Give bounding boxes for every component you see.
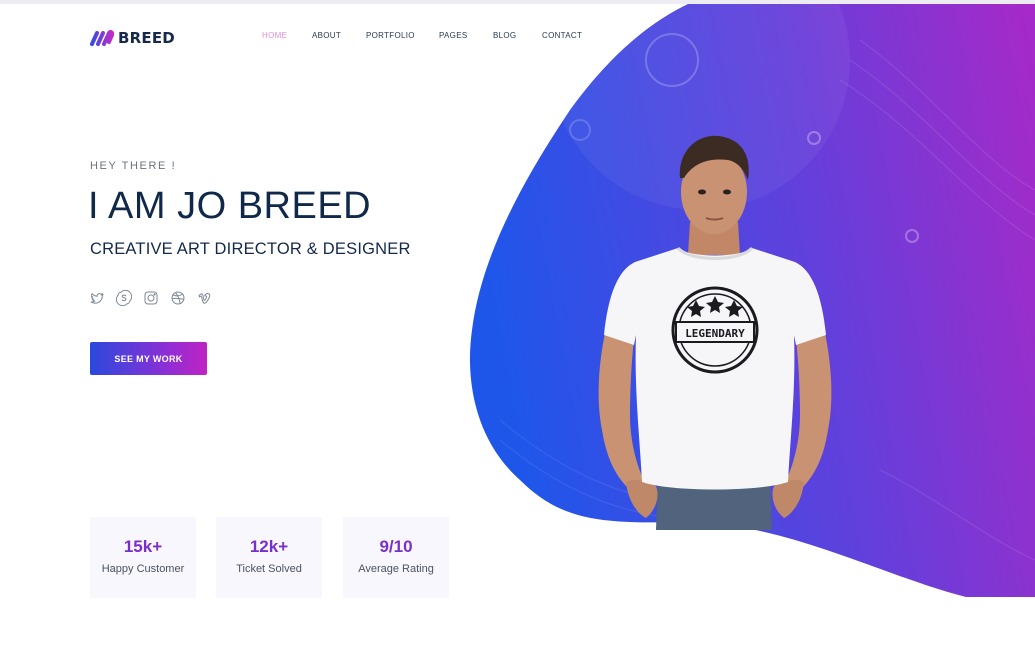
main-nav: HOME ABOUT PORTFOLIO PAGES BLOG CONTACT bbox=[0, 31, 1035, 43]
hero-title: I AM JO BREED bbox=[88, 185, 372, 227]
vimeo-icon[interactable] bbox=[197, 290, 213, 306]
hero-portrait-image: LEGENDARY bbox=[598, 135, 832, 530]
nav-item-home[interactable]: HOME bbox=[262, 31, 287, 40]
stat-value: 9/10 bbox=[379, 537, 413, 556]
hero-subtitle: CREATIVE ART DIRECTOR & DESIGNER bbox=[90, 240, 411, 258]
twitter-icon[interactable] bbox=[89, 290, 105, 306]
stat-card-customers: 15k+ Happy Customer bbox=[90, 517, 196, 598]
stat-card-rating: 9/10 Average Rating bbox=[343, 517, 449, 598]
skype-icon[interactable] bbox=[115, 289, 133, 307]
social-links bbox=[89, 289, 213, 307]
stat-label: Ticket Solved bbox=[236, 563, 302, 575]
nav-item-blog[interactable]: BLOG bbox=[493, 31, 516, 40]
instagram-icon[interactable] bbox=[143, 290, 159, 306]
nav-item-contact[interactable]: CONTACT bbox=[542, 31, 582, 40]
nav-item-pages[interactable]: PAGES bbox=[439, 31, 467, 40]
nav-item-about[interactable]: ABOUT bbox=[312, 31, 341, 40]
stat-label: Average Rating bbox=[358, 563, 434, 575]
nav-item-portfolio[interactable]: PORTFOLIO bbox=[366, 31, 415, 40]
see-my-work-button[interactable]: SEE MY WORK bbox=[90, 342, 207, 375]
stat-label: Happy Customer bbox=[101, 563, 185, 575]
stat-card-tickets: 12k+ Ticket Solved bbox=[216, 517, 322, 598]
hero-eyebrow: HEY THERE ! bbox=[90, 160, 177, 172]
tshirt-text: LEGENDARY bbox=[685, 327, 745, 340]
stat-value: 15k+ bbox=[123, 537, 163, 556]
stat-value: 12k+ bbox=[249, 537, 289, 556]
dribbble-icon[interactable] bbox=[170, 290, 186, 306]
